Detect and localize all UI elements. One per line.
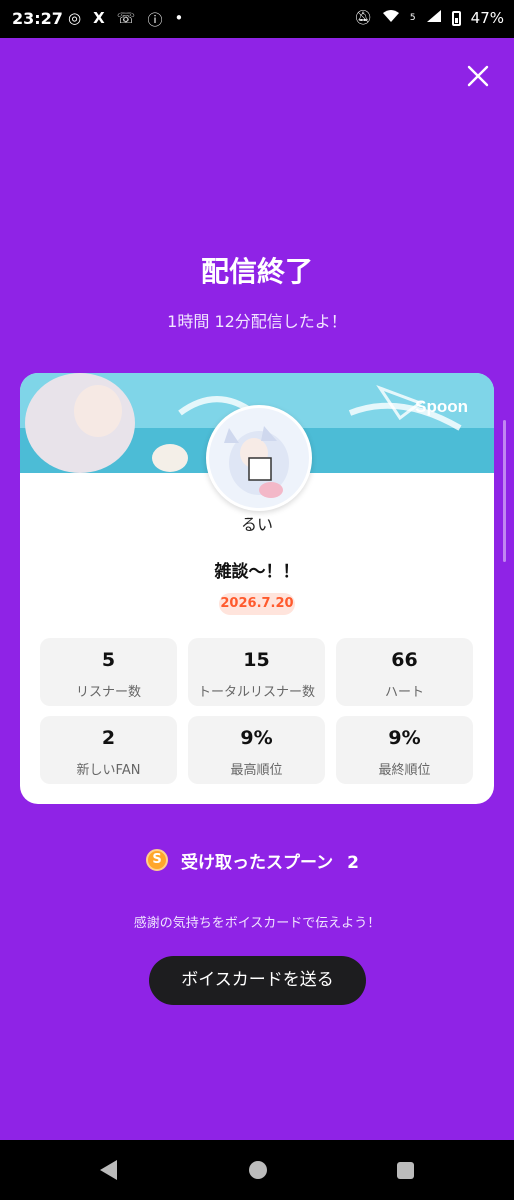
spoons-received: S 受け取ったスプーン 2 (0, 846, 514, 876)
close-icon (467, 65, 489, 87)
send-voice-card-button[interactable]: ボイスカードを送る (149, 956, 366, 1005)
stat-label: 新しいFAN (76, 763, 141, 778)
system-icons: 🔕︎ 5 47% (354, 9, 504, 27)
spoon-logo: Spoon (415, 397, 468, 416)
avatar[interactable] (206, 405, 312, 511)
mute-icon: 🔕︎ (354, 10, 372, 26)
back-icon[interactable] (100, 1160, 117, 1180)
home-icon[interactable] (249, 1161, 267, 1179)
stat-value: 9% (240, 727, 273, 749)
stat-listeners: 5 リスナー数 (40, 638, 177, 706)
close-button[interactable] (460, 58, 496, 94)
spoons-count: 2 (347, 853, 359, 873)
info-icon: ⓘ (147, 11, 163, 29)
signal-icon (426, 9, 442, 27)
stat-value: 5 (101, 649, 116, 671)
notification-icons: ◎ X ☏ ⓘ • (68, 9, 183, 30)
instagram-icon: ◎ (68, 9, 82, 27)
stat-value: 66 (391, 649, 418, 671)
avatar-image (209, 408, 309, 508)
wifi-icon (382, 9, 400, 27)
thanks-message: 感謝の気持ちをボイスカードで伝えよう！ (133, 916, 381, 931)
page-title: 配信終了 (200, 255, 313, 288)
stat-new-fans: 2 新しいFAN (40, 716, 177, 784)
stat-value: 9% (388, 727, 421, 749)
stat-label: ハート (384, 685, 424, 700)
status-bar: 23:27 ◎ X ☏ ⓘ • 🔕︎ 5 47% (0, 0, 514, 38)
stat-label: 最終順位 (378, 763, 431, 778)
recent-apps-icon[interactable] (397, 1162, 414, 1179)
broadcast-title: 雑談〜！！ (214, 562, 300, 582)
battery-icon (451, 10, 461, 26)
dot-icon: • (174, 9, 184, 27)
scrollbar[interactable] (503, 420, 506, 562)
broadcast-duration: 1時間 12分配信したよ！ (167, 312, 347, 331)
spoon-coin-icon: S (146, 849, 168, 871)
stat-value: 15 (243, 649, 270, 671)
summary-card: Spoon るい 雑談〜！！ 2026.7.20 5 リスナー数 15 トータル… (20, 373, 494, 804)
stat-hearts: 66 ハート (336, 638, 473, 706)
stat-value: 2 (101, 727, 116, 749)
username: るい (240, 515, 273, 534)
spoons-label: 受け取ったスプーン (181, 853, 334, 873)
stat-highest-rank: 9% 最高順位 (188, 716, 325, 784)
call-icon: ☏ (116, 9, 136, 27)
stat-label: リスナー数 (75, 685, 141, 700)
x-icon: X (93, 9, 105, 27)
stat-final-rank: 9% 最終順位 (336, 716, 473, 784)
network-type: 5 (409, 13, 416, 23)
stat-label: 最高順位 (230, 763, 283, 778)
navigation-bar (0, 1140, 514, 1200)
status-time: 23:27 (12, 9, 63, 28)
stat-total-listeners: 15 トータルリスナー数 (188, 638, 325, 706)
spoons-received-text: 受け取ったスプーン 2 (181, 848, 359, 873)
stat-label: トータルリスナー数 (197, 685, 315, 700)
battery-percent: 47% (470, 9, 504, 27)
broadcast-date-badge: 2026.7.20 (219, 593, 295, 615)
